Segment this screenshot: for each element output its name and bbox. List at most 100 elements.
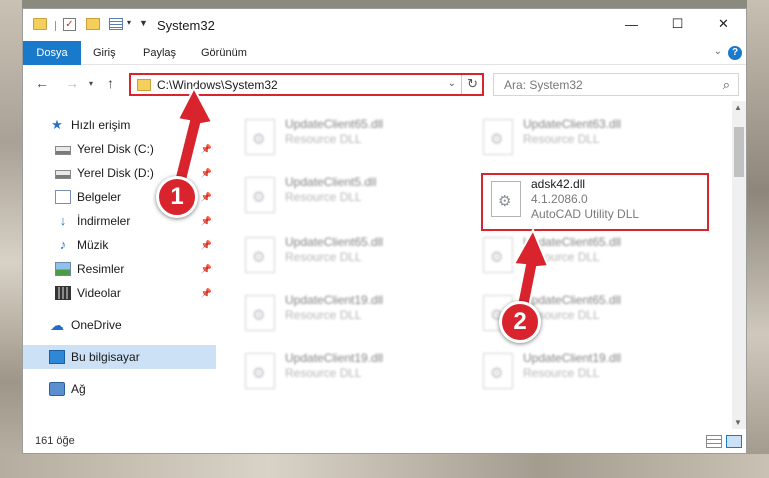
sidebar-item-network[interactable]: Ağ: [23, 377, 216, 401]
dll-file-icon: [483, 119, 513, 155]
background-right: [747, 0, 769, 478]
forward-arrow-icon[interactable]: →: [65, 75, 79, 91]
file-type: Resource DLL: [523, 366, 600, 380]
sidebar-item-videos[interactable]: Videolar 📌: [23, 281, 216, 305]
file-item[interactable]: UpdateClient19.dll Resource DLL: [237, 289, 467, 339]
star-icon: ★: [51, 117, 63, 132]
file-item[interactable]: UpdateClient65.dll Resource DLL: [237, 113, 467, 163]
new-folder-icon[interactable]: [86, 18, 100, 30]
address-bar[interactable]: C:\Windows\System32 ⌄ ↻: [129, 73, 484, 96]
chevron-down-icon[interactable]: ▾: [127, 18, 131, 27]
cloud-icon: ☁: [50, 317, 64, 333]
pin-icon: 📌: [200, 167, 212, 178]
back-arrow-icon[interactable]: ←: [35, 75, 49, 91]
documents-icon: [55, 190, 71, 204]
scroll-thumb[interactable]: [734, 127, 744, 177]
step-1-badge: 1: [156, 176, 198, 218]
sidebar-item-music[interactable]: ♪ Müzik 📌: [23, 233, 216, 257]
sidebar-item-this-pc[interactable]: Bu bilgisayar: [23, 345, 216, 369]
file-type: Resource DLL: [285, 250, 362, 264]
tiles-view-icon[interactable]: [726, 435, 742, 448]
sidebar-item-quick-access[interactable]: ★ Hızlı erişim: [23, 113, 216, 137]
tab-file[interactable]: Dosya: [23, 41, 81, 65]
toolbar-divider: [55, 21, 56, 31]
file-name: UpdateClient63.dll: [523, 117, 622, 131]
window-title: System32: [157, 18, 215, 33]
download-icon: ↓: [59, 213, 67, 228]
sidebar-item-label: Videolar: [77, 286, 121, 300]
pictures-icon: [55, 262, 71, 276]
scroll-down-icon[interactable]: ▼: [734, 418, 742, 427]
sidebar-item-label: Bu bilgisayar: [71, 350, 140, 364]
folder-icon: [137, 79, 151, 91]
file-type: Resource DLL: [285, 366, 362, 380]
file-name: UpdateClient65.dll: [285, 235, 384, 249]
file-description: AutoCAD Utility DLL: [531, 207, 640, 221]
sidebar-item-label: Belgeler: [77, 190, 122, 204]
pin-icon: 📌: [200, 143, 212, 154]
vertical-scrollbar[interactable]: ▲ ▼: [732, 101, 746, 429]
sidebar-item-label: OneDrive: [71, 318, 122, 332]
file-version: 4.1.2086.0: [531, 192, 588, 206]
file-item-adsk42-dll[interactable]: adsk42.dll 4.1.2086.0 AutoCAD Utility DL…: [481, 173, 709, 231]
computer-icon: [49, 350, 65, 364]
sidebar-item-pictures[interactable]: Resimler 📌: [23, 257, 216, 281]
scroll-up-icon[interactable]: ▲: [734, 103, 742, 112]
up-arrow-icon[interactable]: ↑: [107, 75, 114, 91]
sidebar-item-onedrive[interactable]: ☁ OneDrive: [23, 313, 216, 337]
sidebar-item-label: Yerel Disk (C:): [77, 142, 154, 156]
file-type: Resource DLL: [285, 308, 362, 322]
minimize-button[interactable]: —: [609, 9, 654, 39]
dll-file-icon: [483, 353, 513, 389]
file-item[interactable]: UpdateClient65.dll Resource DLL: [475, 231, 705, 281]
file-item[interactable]: UpdateClient65.dll Resource DLL: [237, 231, 467, 281]
pin-icon: 📌: [200, 191, 212, 202]
file-name: UpdateClient65.dll: [523, 235, 622, 249]
pin-icon: 📌: [200, 263, 212, 274]
address-dropdown-icon[interactable]: ⌄: [448, 78, 456, 89]
file-item[interactable]: UpdateClient63.dll Resource DLL: [475, 113, 705, 163]
search-input[interactable]: Ara: System32 ⌕: [493, 73, 739, 96]
sidebar-item-label: İndirmeler: [77, 214, 131, 228]
maximize-button[interactable]: ☐: [655, 9, 700, 39]
recent-locations-icon[interactable]: ▾: [89, 79, 93, 88]
dll-file-icon: [245, 237, 275, 273]
file-item[interactable]: UpdateClient5.dll Resource DLL: [237, 171, 467, 221]
dll-file-icon: [245, 119, 275, 155]
address-path[interactable]: C:\Windows\System32: [157, 78, 278, 92]
file-item[interactable]: UpdateClient19.dll Resource DLL: [237, 347, 467, 397]
file-item[interactable]: UpdateClient19.dll Resource DLL: [475, 347, 705, 397]
sidebar-item-label: Resimler: [77, 262, 125, 276]
expand-ribbon-icon[interactable]: ⌄: [714, 46, 722, 57]
file-type: Resource DLL: [523, 250, 600, 264]
refresh-icon[interactable]: ↻: [467, 76, 478, 92]
status-bar: 161 öğe: [23, 431, 746, 453]
step-2-badge: 2: [499, 301, 541, 343]
background-left: [0, 0, 22, 478]
tab-view[interactable]: Görünüm: [189, 41, 259, 65]
drive-icon: [55, 146, 71, 155]
item-count: 161 öğe: [35, 435, 75, 447]
ribbon-tabs: Dosya Giriş Paylaş Görünüm ⌄ ?: [23, 41, 746, 65]
file-name: adsk42.dll: [531, 177, 586, 191]
file-name: UpdateClient19.dll: [523, 351, 622, 365]
customize-quick-access-icon[interactable]: ▼: [139, 18, 148, 28]
file-list: UpdateClient65.dll Resource DLL UpdateCl…: [223, 105, 727, 425]
file-name: UpdateClient5.dll: [285, 175, 377, 189]
search-icon[interactable]: ⌕: [723, 77, 730, 93]
sidebar-item-local-disk-c[interactable]: Yerel Disk (C:) 📌: [23, 137, 216, 161]
help-icon[interactable]: ?: [728, 46, 742, 60]
sidebar-item-label: Müzik: [77, 238, 109, 252]
sidebar-item-label: Yerel Disk (D:): [77, 166, 154, 180]
navigation-pane: ★ Hızlı erişim Yerel Disk (C:) 📌 Yerel D…: [23, 109, 216, 424]
details-view-icon[interactable]: [706, 435, 722, 448]
tab-home[interactable]: Giriş: [81, 41, 128, 65]
properties-list-icon[interactable]: [109, 18, 123, 30]
videos-icon: [55, 286, 71, 300]
tab-share[interactable]: Paylaş: [131, 41, 188, 65]
close-button[interactable]: ✕: [701, 9, 746, 39]
properties-check-icon[interactable]: ✓: [63, 18, 76, 31]
file-name: UpdateClient19.dll: [285, 351, 384, 365]
network-icon: [49, 382, 65, 396]
file-name: UpdateClient65.dll: [285, 117, 384, 131]
